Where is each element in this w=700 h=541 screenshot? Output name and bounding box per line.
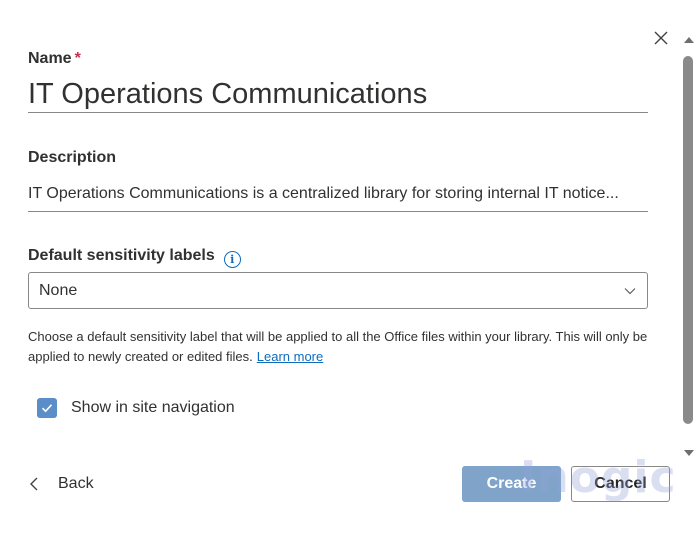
sensitivity-selected-value: None: [39, 282, 78, 299]
chevron-down-icon: [624, 288, 636, 295]
scroll-down-arrow-icon[interactable]: [683, 449, 695, 457]
sensitivity-help-text: Choose a default sensitivity label that …: [28, 327, 650, 367]
sensitivity-dropdown[interactable]: None: [28, 272, 648, 309]
scrollbar-thumb[interactable]: [683, 56, 693, 424]
name-input[interactable]: IT Operations Communications: [28, 76, 648, 113]
learn-more-link[interactable]: Learn more: [257, 349, 323, 364]
close-button[interactable]: [650, 27, 672, 49]
create-button[interactable]: Create: [462, 466, 561, 502]
show-in-navigation-checkbox[interactable]: [37, 398, 57, 418]
info-icon[interactable]: i: [223, 251, 241, 268]
create-library-dialog: Name * IT Operations Communications Descr…: [0, 0, 678, 541]
name-label-text: Name: [28, 50, 72, 67]
show-in-navigation-label[interactable]: Show in site navigation: [71, 399, 235, 417]
sensitivity-label: Default sensitivity labels i: [28, 247, 241, 268]
cancel-button[interactable]: Cancel: [571, 466, 670, 502]
checkmark-icon: [41, 404, 53, 413]
required-mark: *: [74, 50, 81, 67]
name-label: Name *: [28, 50, 81, 68]
back-button[interactable]: Back: [28, 472, 94, 496]
chevron-left-icon: [30, 477, 38, 491]
help-text: Choose a default sensitivity label that …: [28, 329, 648, 364]
sensitivity-label-text: Default sensitivity labels: [28, 247, 215, 264]
description-label: Description: [28, 149, 117, 166]
close-icon: [654, 31, 668, 45]
back-label: Back: [58, 475, 94, 492]
description-input[interactable]: IT Operations Communications is a centra…: [28, 180, 648, 212]
scroll-up-arrow-icon[interactable]: [683, 36, 695, 44]
